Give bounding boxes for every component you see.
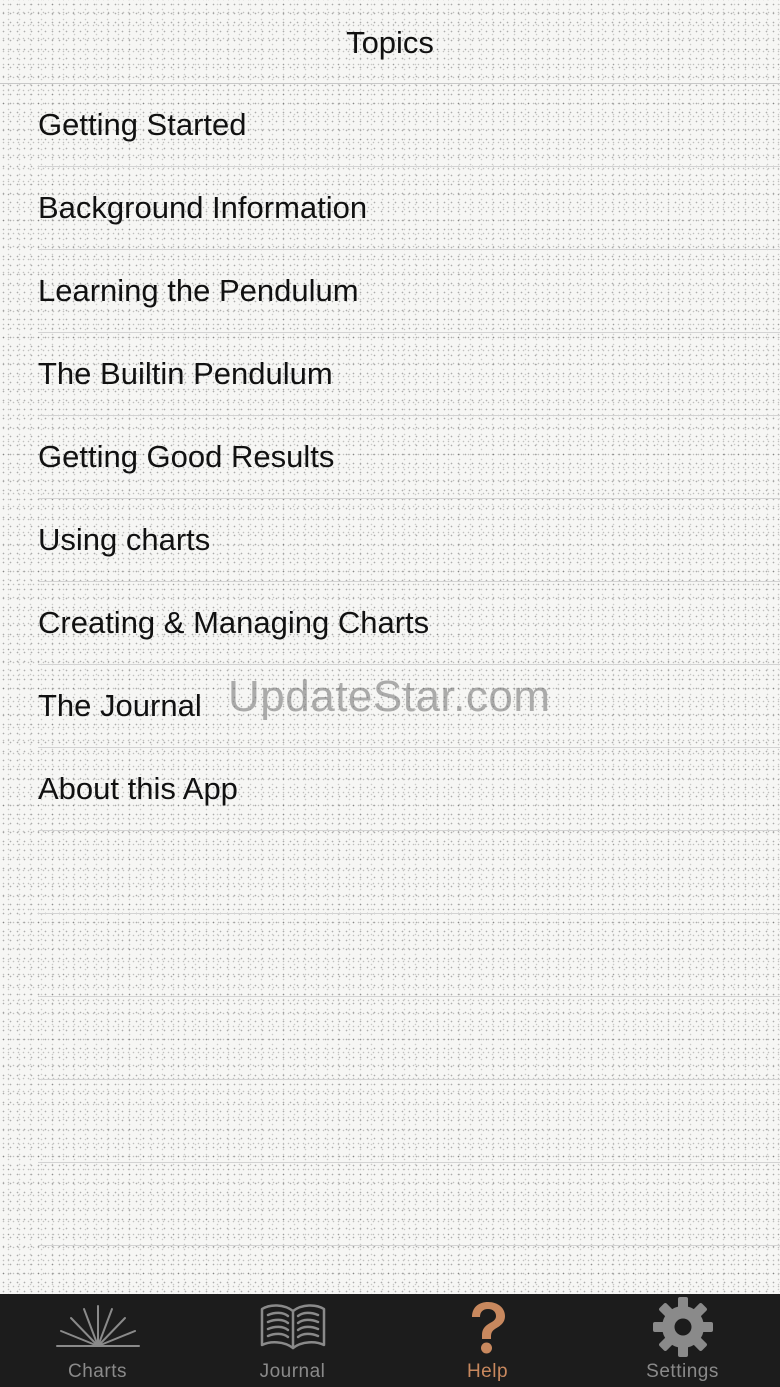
help-topics-screen: Topics Getting Started Background Inform… [0,0,780,1387]
question-mark-icon [443,1295,533,1359]
charts-fan-icon [53,1295,143,1359]
topic-row-builtin-pendulum[interactable]: The Builtin Pendulum [38,333,780,416]
topic-list: Getting Started Background Information L… [0,84,780,1294]
topic-row-about-this-app[interactable]: About this App [38,748,780,831]
page-title: Topics [346,24,434,60]
topic-row-background-information[interactable]: Background Information [38,167,780,250]
topic-row-getting-good-results[interactable]: Getting Good Results [38,416,780,499]
topic-row-learning-the-pendulum[interactable]: Learning the Pendulum [38,250,780,333]
tab-label-settings: Settings [646,1361,719,1382]
empty-row [38,914,780,997]
topic-row-the-journal[interactable]: The Journal [38,665,780,748]
empty-row [38,1080,780,1163]
empty-row [38,997,780,1080]
empty-row [38,831,780,914]
empty-row [38,1163,780,1246]
gear-icon [638,1295,728,1359]
tab-label-journal: Journal [259,1361,326,1382]
tab-label-charts: Charts [68,1361,127,1382]
tab-charts[interactable]: Charts [0,1294,195,1387]
open-book-icon [248,1295,338,1359]
topic-row-getting-started[interactable]: Getting Started [38,84,780,167]
tab-journal[interactable]: Journal [195,1294,390,1387]
topic-row-creating-managing-charts[interactable]: Creating & Managing Charts [38,582,780,665]
tab-settings[interactable]: Settings [585,1294,780,1387]
navigation-bar: Topics [0,0,780,84]
tab-bar: Charts Journal Help Settings [0,1294,780,1387]
topic-row-using-charts[interactable]: Using charts [38,499,780,582]
tab-label-help: Help [466,1361,509,1382]
tab-help[interactable]: Help [390,1294,585,1387]
